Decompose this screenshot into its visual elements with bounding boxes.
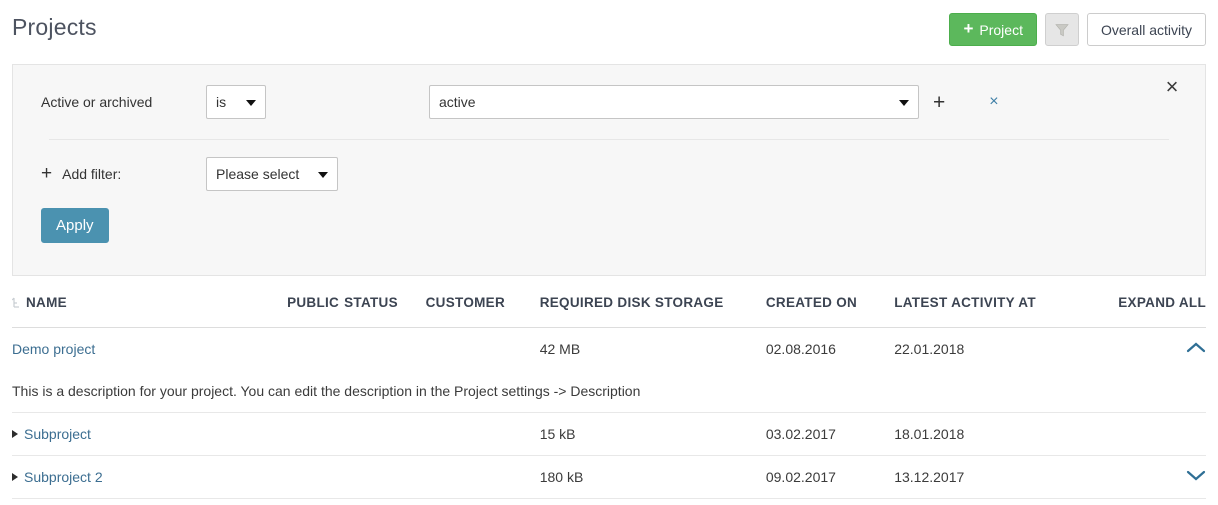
cell-created-on: 02.08.2016: [765, 341, 836, 357]
overall-activity-label: Overall activity: [1100, 21, 1192, 38]
cell-created-on: 03.02.2017: [765, 412, 895, 456]
cell-description: This is a description for your project. …: [12, 370, 1206, 413]
column-header-disk-storage[interactable]: REQUIRED DISK STORAGE: [539, 295, 766, 328]
cell-expand: [1100, 412, 1206, 456]
cell-public: [287, 412, 345, 456]
column-header-latest-activity[interactable]: LATEST ACTIVITY AT: [894, 295, 1100, 328]
project-link[interactable]: Subproject 2: [24, 469, 103, 485]
cell-public: [287, 455, 345, 499]
plus-icon: +: [41, 162, 53, 184]
table-row: Subproject 2 180 kB 09.02.2017 13.12.201…: [12, 455, 1206, 499]
cell-customer: [426, 328, 540, 371]
column-header-created-on[interactable]: CREATED ON: [765, 295, 895, 328]
cell-latest-activity: 22.01.2018: [894, 341, 965, 357]
chevron-down-icon[interactable]: [1186, 469, 1206, 484]
project-link[interactable]: Demo project: [12, 341, 95, 357]
new-project-button[interactable]: + Project: [949, 13, 1037, 46]
funnel-icon: [1055, 23, 1069, 36]
add-filter-value-icon[interactable]: +: [933, 92, 945, 113]
cell-disk-storage: 42 MB: [539, 341, 581, 357]
table-header-row: NAME PUBLIC STATUS CUSTOMER REQUIRED DIS…: [12, 295, 1206, 328]
column-header-expand-all[interactable]: EXPAND ALL: [1100, 295, 1206, 328]
filter-field-label: Active or archived: [41, 94, 153, 110]
table-row-description: This is a description for your project. …: [12, 370, 1206, 413]
cell-disk-storage: 180 kB: [539, 455, 766, 499]
cell-name: Subproject: [12, 412, 288, 456]
cell-name: Demo project: [12, 328, 287, 371]
add-filter-select-value: Please select: [216, 166, 300, 182]
column-header-status[interactable]: STATUS: [344, 295, 426, 328]
cell-name: Subproject 2: [12, 455, 288, 499]
cell-status: [344, 328, 426, 371]
add-filter-label-group: + Add filter:: [41, 162, 206, 184]
apply-button-wrap: Apply: [13, 208, 1205, 243]
column-header-name-label: NAME: [26, 295, 67, 310]
add-filter-select[interactable]: Please select: [206, 157, 338, 191]
cell-customer: [425, 455, 540, 499]
expand-triangle-icon[interactable]: [12, 473, 18, 481]
page-header: Projects + Project Overall activity: [0, 0, 1218, 60]
projects-table-wrap: NAME PUBLIC STATUS CUSTOMER REQUIRED DIS…: [12, 295, 1206, 499]
column-header-name[interactable]: NAME: [12, 295, 288, 328]
filter-toggle-button[interactable]: [1044, 13, 1079, 46]
cell-status: [344, 412, 426, 456]
page-title: Projects: [12, 14, 97, 40]
cell-status: [344, 455, 426, 499]
add-filter-label: Add filter:: [62, 166, 122, 182]
cell-latest-activity: 13.12.2017: [894, 455, 1100, 499]
expand-triangle-icon[interactable]: [12, 430, 18, 438]
projects-table: NAME PUBLIC STATUS CUSTOMER REQUIRED DIS…: [12, 295, 1206, 499]
table-row: Demo project 42 MB 02.08.2016 22.01.2018: [12, 328, 1206, 371]
filter-operator-select[interactable]: is: [206, 85, 266, 119]
filter-value-text: active: [439, 94, 476, 110]
overall-activity-button[interactable]: Overall activity: [1086, 13, 1206, 46]
project-description: This is a description for your project. …: [12, 383, 641, 399]
filter-value-select[interactable]: active: [429, 85, 919, 119]
column-header-public[interactable]: PUBLIC: [287, 295, 345, 328]
filter-panel: × Active or archived is active + × + Add…: [12, 64, 1206, 276]
cell-expand: [1100, 455, 1206, 499]
cell-created-on: 09.02.2017: [765, 455, 895, 499]
cell-customer: [425, 412, 540, 456]
cell-expand: [1100, 328, 1206, 371]
filter-operator-value: is: [216, 94, 227, 110]
table-row: Subproject 15 kB 03.02.2017 18.01.2018: [12, 412, 1206, 456]
apply-button[interactable]: Apply: [41, 208, 109, 243]
plus-icon: +: [963, 19, 974, 38]
chevron-up-icon[interactable]: [1186, 341, 1206, 356]
column-header-customer[interactable]: CUSTOMER: [425, 295, 540, 328]
cell-disk-storage: 15 kB: [539, 412, 766, 456]
header-actions: + Project Overall activity: [949, 13, 1206, 46]
remove-filter-icon[interactable]: ×: [989, 94, 998, 110]
cell-public: [287, 328, 344, 371]
new-project-label: Project: [979, 21, 1023, 38]
cell-latest-activity: 18.01.2018: [894, 412, 1100, 456]
sort-ascending-icon: [12, 297, 19, 308]
add-filter-row: + Add filter: Please select: [13, 140, 1205, 208]
filter-row-active-or-archived: Active or archived is active + ×: [13, 65, 1205, 139]
project-link[interactable]: Subproject: [24, 426, 91, 442]
